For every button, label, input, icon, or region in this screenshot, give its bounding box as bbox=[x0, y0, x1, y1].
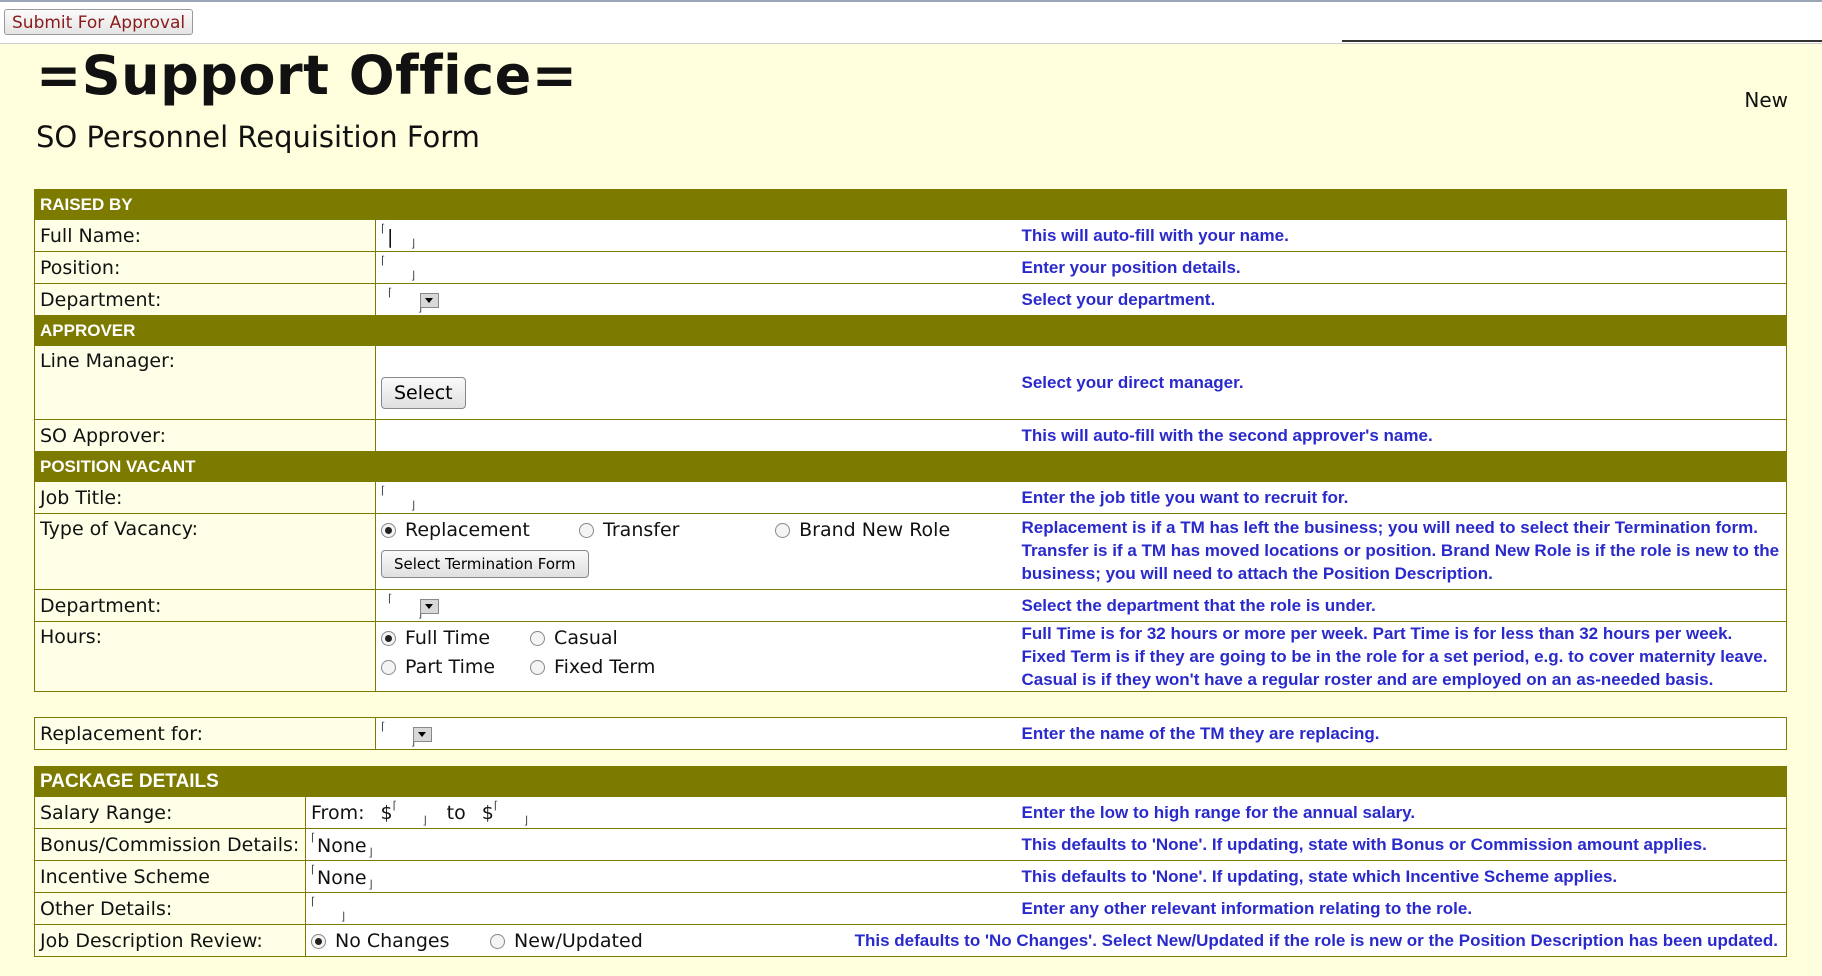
replacement-for-help: Enter the name of the TM they are replac… bbox=[1016, 717, 1787, 750]
jd-option-new-updated[interactable]: New/Updated bbox=[490, 930, 643, 952]
currency-symbol: $ bbox=[481, 801, 494, 824]
vacancy-option-replacement[interactable]: Replacement bbox=[381, 519, 573, 541]
salary-range-help: Enter the low to high range for the annu… bbox=[1016, 796, 1787, 829]
role-department-field[interactable] bbox=[388, 592, 422, 620]
bonus-help: This defaults to 'None'. If updating, st… bbox=[1016, 828, 1787, 861]
full-name-help: This will auto-fill with your name. bbox=[1016, 219, 1788, 252]
radio-icon bbox=[775, 522, 791, 538]
form-title: SO Personnel Requisition Form bbox=[36, 120, 480, 154]
incentive-scheme-label: Incentive Scheme bbox=[34, 860, 306, 893]
so-approver-help: This will auto-fill with the second appr… bbox=[1016, 419, 1788, 452]
header-rule bbox=[1342, 40, 1822, 42]
other-details-label: Other Details: bbox=[34, 892, 306, 925]
salary-to-field[interactable] bbox=[494, 799, 528, 827]
so-approver-label: SO Approver: bbox=[34, 419, 376, 452]
radio-icon bbox=[530, 630, 546, 646]
bonus-label: Bonus/Commission Details: bbox=[34, 828, 306, 861]
vacancy-type-label: Type of Vacancy: bbox=[34, 513, 376, 590]
salary-from-label: From: bbox=[311, 801, 365, 824]
role-department-help: Select the department that the role is u… bbox=[1016, 589, 1788, 622]
hours-option-part-time[interactable]: Part Time bbox=[381, 656, 524, 678]
incentive-scheme-help: This defaults to 'None'. If updating, st… bbox=[1016, 860, 1787, 893]
job-title-label: Job Title: bbox=[34, 481, 376, 514]
hours-label: Hours: bbox=[34, 621, 376, 692]
requisition-table-main: RAISED BY Full Name: | This will auto-fi… bbox=[33, 189, 1788, 692]
bonus-field[interactable]: None bbox=[311, 831, 373, 859]
department-help: Select your department. bbox=[1016, 283, 1788, 316]
job-title-help: Enter the job title you want to recruit … bbox=[1016, 481, 1788, 514]
department-dropdown-icon[interactable] bbox=[420, 292, 439, 308]
section-position-vacant: POSITION VACANT bbox=[33, 451, 1788, 482]
job-title-field[interactable] bbox=[381, 484, 415, 512]
replacement-for-label: Replacement for: bbox=[34, 717, 376, 750]
other-details-help: Enter any other relevant information rel… bbox=[1016, 892, 1787, 925]
replacement-for-dropdown-icon[interactable] bbox=[413, 726, 432, 742]
page-title: =Support Office= bbox=[36, 44, 578, 107]
toolbar: Submit For Approval bbox=[0, 0, 1822, 44]
section-raised-by: RAISED BY bbox=[33, 189, 1788, 220]
line-manager-label: Line Manager: bbox=[34, 345, 376, 420]
section-approver: APPROVER bbox=[33, 315, 1788, 346]
incentive-scheme-field[interactable]: None bbox=[311, 863, 373, 891]
line-manager-help: Select your direct manager. bbox=[1016, 345, 1788, 420]
salary-to-label: to bbox=[446, 801, 466, 824]
radio-icon bbox=[490, 933, 506, 949]
department-field[interactable] bbox=[388, 286, 422, 314]
radio-icon bbox=[579, 522, 595, 538]
department-label: Department: bbox=[34, 283, 376, 316]
vacancy-help: Replacement is if a TM has left the busi… bbox=[1016, 513, 1788, 590]
radio-icon bbox=[530, 659, 546, 675]
so-approver-value bbox=[375, 419, 1017, 452]
submit-for-approval-button[interactable]: Submit For Approval bbox=[4, 9, 194, 35]
salary-range-label: Salary Range: bbox=[34, 796, 306, 829]
full-name-field[interactable]: | bbox=[381, 222, 415, 250]
hours-option-full-time[interactable]: Full Time bbox=[381, 627, 524, 649]
job-description-review-help: This defaults to 'No Changes'. Select Ne… bbox=[855, 924, 1787, 957]
currency-symbol: $ bbox=[380, 801, 393, 824]
job-description-review-label: Job Description Review: bbox=[34, 924, 306, 957]
package-table: PACKAGE DETAILS Salary Range: From: $ to… bbox=[34, 766, 1787, 957]
radio-icon bbox=[381, 522, 396, 538]
salary-from-field[interactable] bbox=[393, 799, 427, 827]
status-label: New bbox=[1744, 88, 1788, 112]
radio-icon bbox=[381, 630, 396, 646]
line-manager-select-button[interactable]: Select bbox=[381, 376, 466, 409]
vacancy-option-brand-new-role[interactable]: Brand New Role bbox=[775, 519, 950, 541]
other-details-field[interactable] bbox=[311, 895, 345, 923]
hours-option-fixed-term[interactable]: Fixed Term bbox=[530, 656, 655, 678]
replacement-for-field[interactable] bbox=[381, 720, 415, 748]
position-field[interactable] bbox=[381, 254, 415, 282]
select-termination-form-button[interactable]: Select Termination Form bbox=[381, 550, 589, 578]
full-name-label: Full Name: bbox=[34, 219, 376, 252]
position-help: Enter your position details. bbox=[1016, 251, 1788, 284]
radio-icon bbox=[311, 933, 326, 949]
radio-icon bbox=[381, 659, 396, 675]
hours-option-casual[interactable]: Casual bbox=[530, 627, 618, 649]
role-department-dropdown-icon[interactable] bbox=[420, 598, 439, 614]
vacancy-option-transfer[interactable]: Transfer bbox=[579, 519, 769, 541]
role-department-label: Department: bbox=[34, 589, 376, 622]
position-label: Position: bbox=[34, 251, 376, 284]
hours-help: Full Time is for 32 hours or more per we… bbox=[1016, 621, 1788, 692]
jd-option-no-changes[interactable]: No Changes bbox=[311, 930, 484, 952]
replacement-table: Replacement for: Enter the name of the T… bbox=[34, 717, 1787, 750]
section-package-details: PACKAGE DETAILS bbox=[34, 766, 1787, 797]
